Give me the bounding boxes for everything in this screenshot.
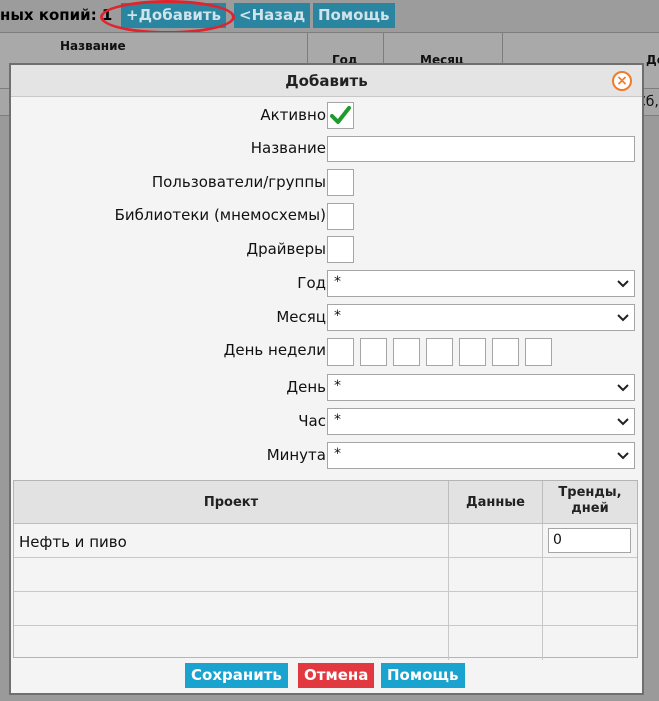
weekday-label: День недели	[223, 341, 326, 359]
hour-label: Час	[298, 412, 326, 430]
minute-select[interactable]: *	[327, 442, 635, 469]
background-back-button[interactable]: <Назад	[234, 3, 311, 28]
day-select-value: *	[334, 378, 341, 394]
minute-label: Минута	[266, 446, 326, 464]
month-select[interactable]: *	[327, 304, 635, 331]
libraries-label: Библиотеки (мнемосхемы)	[114, 206, 326, 224]
background-title: ных копий: 1	[0, 6, 113, 24]
data-cell	[449, 626, 543, 660]
table-row	[14, 558, 449, 592]
weekday-checkbox-5[interactable]	[459, 338, 486, 366]
background-help-button[interactable]: Помощь	[313, 3, 395, 28]
active-label: Активно	[260, 106, 326, 124]
project-table: Проект Данные Тренды, дней Нефть и пиво …	[13, 480, 638, 660]
weekday-checkbox-7[interactable]	[525, 338, 552, 366]
weekday-checkbox-2[interactable]	[360, 338, 387, 366]
chevron-down-icon	[617, 452, 629, 460]
chevron-down-icon	[617, 314, 629, 322]
day-select[interactable]: *	[327, 374, 635, 401]
weekday-checkbox-4[interactable]	[426, 338, 453, 366]
trends-cell	[543, 558, 637, 592]
save-button[interactable]: Сохранить	[185, 663, 288, 688]
name-label: Название	[250, 139, 326, 157]
chevron-down-icon	[617, 418, 629, 426]
active-checkbox[interactable]	[327, 102, 354, 129]
table-row	[14, 626, 449, 660]
cancel-button[interactable]: Отмена	[298, 663, 375, 688]
dialog-title: Добавить	[285, 72, 368, 90]
name-input[interactable]	[327, 136, 635, 162]
data-cell	[449, 524, 543, 558]
hour-select[interactable]: *	[327, 408, 635, 435]
close-icon[interactable]: ×	[612, 71, 632, 91]
checkmark-icon	[330, 106, 351, 124]
red-highlight-ellipse	[100, 0, 235, 34]
year-select-value: *	[334, 274, 341, 290]
help-button[interactable]: Помощь	[381, 663, 465, 688]
month-label: Месяц	[276, 308, 326, 326]
users-label: Пользователи/группы	[151, 173, 326, 191]
trends-cell	[543, 592, 637, 626]
add-dialog: Добавить × Активно Название Пользователи…	[9, 63, 644, 695]
libraries-checkbox[interactable]	[327, 203, 354, 230]
chevron-down-icon	[617, 280, 629, 288]
background-toolbar: ных копий: 1 +Добавить <Назад Помощь	[0, 0, 659, 34]
users-checkbox[interactable]	[327, 169, 354, 196]
day-label: День	[286, 378, 326, 396]
hour-select-value: *	[334, 412, 341, 428]
trends-header: Тренды, дней	[543, 481, 637, 524]
weekday-checkbox-3[interactable]	[393, 338, 420, 366]
weekday-checkbox-1[interactable]	[327, 338, 354, 366]
chevron-down-icon	[617, 384, 629, 392]
year-select[interactable]: *	[327, 270, 635, 297]
drivers-checkbox[interactable]	[327, 236, 354, 263]
data-header: Данные	[449, 481, 543, 524]
weekday-checkbox-6[interactable]	[492, 338, 519, 366]
project-name-cell: Нефть и пиво	[19, 533, 127, 551]
table-row[interactable]: Нефть и пиво	[14, 524, 449, 558]
trends-cell: 0	[543, 524, 637, 558]
drivers-label: Драйверы	[246, 240, 326, 258]
trends-days-input[interactable]: 0	[548, 528, 631, 553]
data-cell	[449, 592, 543, 626]
data-cell	[449, 558, 543, 592]
project-header: Проект	[14, 481, 449, 524]
year-label: Год	[297, 274, 326, 292]
table-row	[14, 592, 449, 626]
trends-cell	[543, 626, 637, 660]
dialog-header: Добавить ×	[11, 65, 642, 97]
month-select-value: *	[334, 308, 341, 324]
minute-select-value: *	[334, 446, 341, 462]
